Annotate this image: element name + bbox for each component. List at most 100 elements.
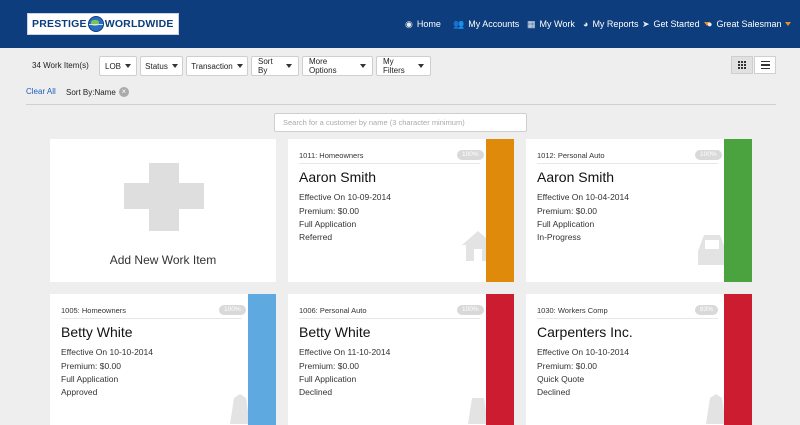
nav-home-label: Home [416, 19, 441, 29]
my-filters-button[interactable]: My Filters [376, 56, 431, 76]
more-options-button[interactable]: More Options [302, 56, 373, 76]
effective-date: Effective On 10-10-2014 [537, 347, 629, 357]
nav-my-work-label: My Work [539, 19, 575, 29]
status: Declined [537, 387, 571, 397]
reports-icon: ◕ [583, 19, 589, 29]
completion-badge: 83% [695, 305, 719, 315]
customer-name: Betty White [299, 324, 371, 340]
customer-name: Betty White [61, 324, 133, 340]
premium: Premium: $0.00 [61, 361, 121, 371]
card-lob: 1005: Homeowners [61, 306, 127, 315]
nav-home[interactable]: ◉ Home [405, 0, 441, 48]
grid-view-button[interactable] [731, 56, 753, 74]
card-lob: 1012: Personal Auto [537, 151, 605, 160]
work-item-card[interactable]: 1030: Workers Comp 83% Carpenters Inc. E… [526, 294, 752, 425]
sort-by-button[interactable]: Sort By [251, 56, 299, 76]
work-item-card[interactable]: 1005: Homeowners 100% Betty White Effect… [50, 294, 276, 425]
globe-icon [87, 16, 104, 32]
nav-my-accounts[interactable]: 👥 My Accounts [453, 0, 519, 48]
filter-lob-button[interactable]: LOB [99, 56, 137, 76]
chevron-down-icon [418, 64, 424, 68]
logo-text-right: WORLDWIDE [104, 18, 174, 30]
transaction-type: Full Application [61, 374, 119, 384]
card-lob: 1006: Personal Auto [299, 306, 367, 315]
filter-lob-label: LOB [105, 61, 122, 71]
nav-user-label: Great Salesman [716, 19, 782, 29]
nav-user-menu[interactable]: ● Great Salesman [707, 0, 792, 48]
transaction-type: Full Application [537, 219, 595, 229]
nav-my-reports[interactable]: ◕ My Reports [583, 0, 638, 48]
add-new-work-item-label: Add New Work Item [109, 253, 217, 267]
effective-date: Effective On 11-10-2014 [299, 347, 391, 357]
customer-name: Aaron Smith [537, 169, 615, 185]
top-navigation-bar: PRESTIGE WORLDWIDE ◉ Home 👥 My Accounts … [0, 0, 800, 48]
dashboard-icon: ◉ [405, 18, 413, 29]
remove-sort-icon[interactable]: × [118, 87, 129, 97]
status-color-bar [724, 139, 752, 282]
work-item-card[interactable]: 1012: Personal Auto 100% Aaron Smith Eff… [526, 139, 752, 282]
status-color-bar [724, 294, 752, 425]
chevron-down-icon [171, 64, 178, 68]
add-new-work-item-card[interactable]: Add New Work Item [50, 139, 276, 282]
card-divider [299, 163, 480, 164]
effective-date: Effective On 10-09-2014 [299, 192, 391, 202]
filter-status-button[interactable]: Status [140, 56, 183, 76]
customer-name: Carpenters Inc. [537, 324, 633, 340]
status: In-Progress [537, 232, 581, 242]
nav-my-work[interactable]: ▦ My Work [527, 0, 575, 48]
work-item-card[interactable]: 1006: Personal Auto 100% Betty White Eff… [288, 294, 514, 425]
customer-search-input[interactable] [274, 113, 527, 132]
card-divider [537, 163, 718, 164]
work-item-count: 34 Work Item(s) [32, 61, 89, 70]
grid-view-icon [738, 61, 746, 69]
status: Declined [299, 387, 333, 397]
card-lob: 1011: Homeowners [299, 151, 364, 160]
clear-all-link[interactable]: Clear All [26, 87, 56, 96]
chevron-down-icon [286, 64, 292, 68]
premium: Premium: $0.00 [299, 361, 359, 371]
card-divider [537, 318, 718, 319]
card-lob: 1030: Workers Comp [537, 306, 608, 315]
list-view-button[interactable] [754, 56, 776, 74]
status-color-bar [248, 294, 276, 425]
prestige-worldwide-logo[interactable]: PRESTIGE WORLDWIDE [27, 13, 179, 35]
premium: Premium: $0.00 [299, 206, 359, 216]
card-divider [61, 318, 242, 319]
sort-chip: Sort By:Name × [66, 87, 129, 97]
my-filters-label: My Filters [383, 57, 405, 75]
sort-by-label: Sort By [258, 57, 273, 75]
user-icon: ● [707, 19, 713, 29]
nav-my-reports-label: My Reports [592, 19, 639, 29]
transaction-type: Full Application [299, 219, 357, 229]
grid-icon: ▦ [527, 18, 536, 29]
premium: Premium: $0.00 [537, 206, 597, 216]
filter-transaction-button[interactable]: Transaction [186, 56, 248, 76]
nav-get-started-label: Get Started [653, 19, 700, 29]
status-color-bar [486, 139, 514, 282]
completion-badge: 100% [219, 305, 246, 315]
effective-date: Effective On 10-10-2014 [61, 347, 153, 357]
chevron-down-icon [785, 22, 792, 26]
chevron-down-icon [360, 64, 366, 68]
status-color-bar [486, 294, 514, 425]
list-view-icon [760, 60, 770, 70]
chevron-down-icon [125, 64, 132, 68]
card-divider [299, 318, 480, 319]
chevron-down-icon [236, 64, 243, 68]
plus-icon-bar [124, 183, 204, 209]
nav-get-started[interactable]: ➤ Get Started [642, 0, 710, 48]
premium: Premium: $0.00 [537, 361, 597, 371]
nav-my-accounts-label: My Accounts [468, 19, 520, 29]
users-icon: 👥 [453, 18, 465, 29]
status: Referred [299, 232, 333, 242]
sort-chip-label: Sort By:Name [66, 87, 116, 97]
rocket-icon: ➤ [642, 18, 650, 29]
transaction-type: Full Application [299, 374, 357, 384]
more-options-label: More Options [309, 57, 337, 75]
effective-date: Effective On 10-04-2014 [537, 192, 629, 202]
completion-badge: 100% [457, 150, 484, 160]
completion-badge: 100% [457, 305, 484, 315]
work-item-card[interactable]: 1011: Homeowners 100% Aaron Smith Effect… [288, 139, 514, 282]
logo-text-left: PRESTIGE [32, 18, 87, 30]
filter-transaction-label: Transaction [191, 61, 233, 71]
